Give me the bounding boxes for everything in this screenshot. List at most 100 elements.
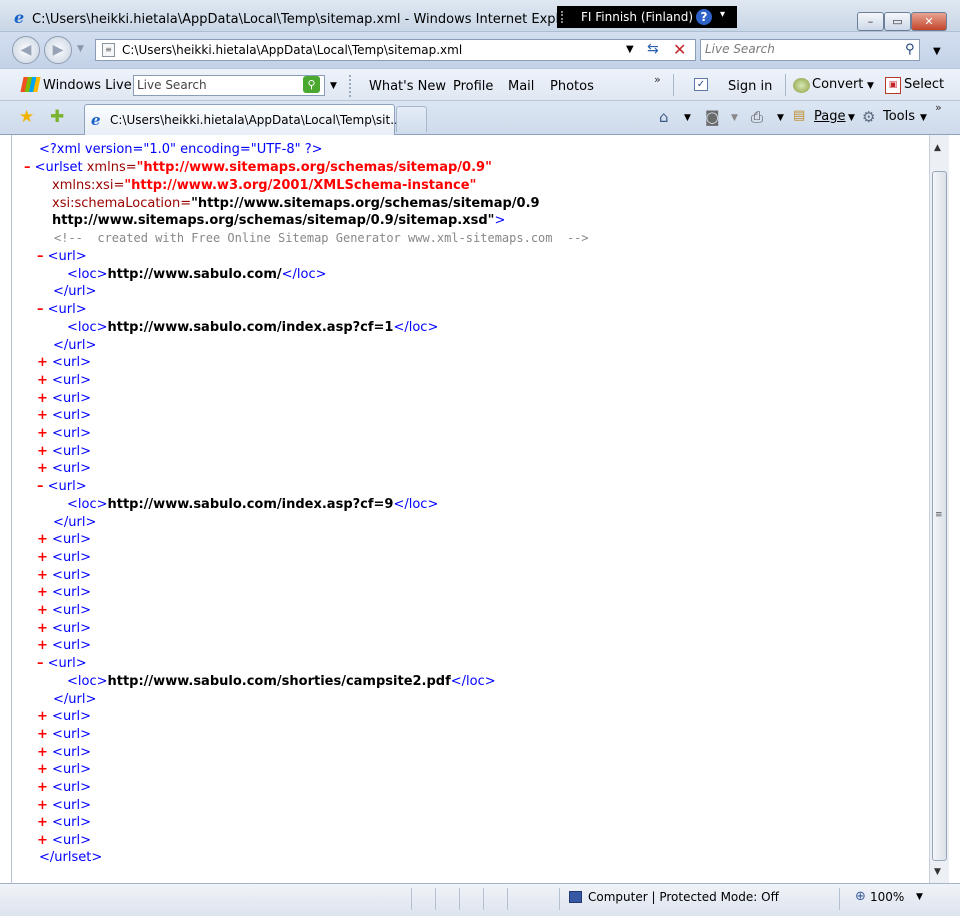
page-icon: ≡ — [102, 43, 115, 57]
address-url[interactable]: C:\Users\heikki.hietala\AppData\Local\Te… — [122, 43, 462, 57]
feeds-icon[interactable]: ◙ — [705, 108, 720, 126]
convert-button[interactable]: Convert — [812, 77, 863, 92]
convert-dropdown-icon[interactable]: ▼ — [867, 81, 874, 91]
home-dropdown-icon[interactable]: ▼ — [684, 113, 691, 123]
collapse-toggle[interactable]: – — [37, 479, 44, 494]
search-box[interactable]: ⚲ — [700, 39, 920, 61]
url-element-collapsed: + <url> — [37, 585, 92, 601]
maximize-button[interactable]: ▭ — [884, 12, 911, 31]
refresh-icon[interactable]: ⇆ — [647, 41, 659, 57]
tools-dropdown-icon[interactable]: ▼ — [920, 113, 927, 123]
collapse-toggle[interactable]: – — [37, 656, 44, 671]
zoom-level[interactable]: 100% — [870, 890, 904, 904]
loc-value: http://www.sabulo.com/index.asp?cf=1 — [107, 319, 394, 335]
url-element-collapsed: + <url> — [37, 372, 92, 388]
collapse-toggle[interactable]: – — [24, 160, 31, 175]
mail-link[interactable]: Mail — [508, 79, 534, 94]
tools-menu[interactable]: Tools — [883, 109, 915, 124]
language-bar[interactable]: FI Finnish (Finland) ? ▾ — [557, 6, 737, 28]
back-button[interactable]: ◀ — [12, 36, 40, 64]
url-element-collapsed: + <url> — [37, 426, 92, 441]
expand-toggle[interactable]: + — [37, 426, 48, 441]
loc-value: http://www.sabulo.com/index.asp?cf=9 — [107, 496, 394, 512]
url-element-collapsed: + <url> — [37, 355, 92, 371]
url-element-collapsed: + <url> — [37, 726, 92, 742]
expand-toggle[interactable]: + — [37, 532, 48, 547]
address-bar[interactable]: ≡ C:\Users\heikki.hietala\AppData\Local\… — [95, 39, 696, 61]
expand-toggle[interactable]: + — [37, 709, 48, 724]
live-search-dropdown-icon[interactable]: ▼ — [330, 81, 337, 91]
scroll-up-arrow-icon[interactable]: ▲ — [934, 143, 941, 153]
search-input[interactable] — [705, 42, 895, 56]
address-dropdown-icon[interactable]: ▼ — [626, 44, 634, 55]
expand-toggle[interactable]: + — [37, 603, 48, 618]
search-options-dropdown-icon[interactable]: ▼ — [933, 46, 941, 57]
url-element-close: </url> — [53, 514, 97, 530]
home-icon[interactable]: ⌂ — [659, 108, 669, 126]
expand-toggle[interactable]: + — [37, 550, 48, 565]
print-icon[interactable]: ⎙ — [751, 108, 763, 126]
forward-button[interactable]: ▶ — [44, 36, 72, 64]
url-element-collapsed: + <url> — [37, 408, 92, 424]
expand-toggle[interactable]: + — [37, 373, 48, 388]
expand-toggle[interactable]: + — [37, 780, 48, 795]
feeds-dropdown-icon[interactable]: ▼ — [731, 113, 738, 123]
schema-location-attribute: xsi:schemaLocation="http://www.sitemaps.… — [52, 196, 540, 211]
sign-in-icon: ✓ — [694, 78, 708, 91]
command-more-chevron-icon[interactable]: » — [935, 101, 942, 114]
expand-toggle[interactable]: + — [37, 585, 48, 600]
expand-toggle[interactable]: + — [37, 638, 48, 653]
expand-toggle[interactable]: + — [37, 391, 48, 406]
live-search-box[interactable] — [133, 75, 325, 96]
stop-icon[interactable]: ✕ — [673, 40, 686, 59]
scroll-down-arrow-icon[interactable]: ▼ — [934, 867, 941, 877]
favorites-star-icon[interactable]: ★ — [19, 107, 34, 127]
expand-toggle[interactable]: + — [37, 444, 48, 459]
expand-toggle[interactable]: + — [37, 815, 48, 830]
recent-pages-dropdown-icon[interactable]: ▼ — [77, 44, 84, 54]
expand-toggle[interactable]: + — [37, 833, 48, 848]
expand-toggle[interactable]: + — [37, 621, 48, 636]
photos-link[interactable]: Photos — [550, 79, 594, 94]
collapse-toggle[interactable]: – — [37, 249, 44, 264]
tab-title[interactable]: C:\Users\heikki.hietala\AppData\Local\Te… — [110, 113, 402, 127]
page-dropdown-icon[interactable]: ▼ — [848, 113, 855, 123]
page-menu[interactable]: Page — [814, 109, 845, 124]
sign-in-link[interactable]: Sign in — [728, 79, 772, 94]
help-icon[interactable]: ? — [696, 9, 712, 25]
schema-location-attribute-cont: http://www.sitemaps.org/schemas/sitemap/… — [52, 213, 506, 228]
links-more-chevron-icon[interactable]: » — [654, 73, 661, 86]
tab-sitemap[interactable]: e C:\Users\heikki.hietala\AppData\Local\… — [84, 104, 402, 135]
expand-toggle[interactable]: + — [37, 408, 48, 423]
profile-link[interactable]: Profile — [453, 79, 493, 94]
new-tab-button[interactable] — [396, 106, 427, 132]
expand-toggle[interactable]: + — [37, 762, 48, 777]
windows-live-label[interactable]: Windows Live — [43, 78, 132, 93]
search-icon[interactable]: ⚲ — [905, 42, 915, 57]
expand-toggle[interactable]: + — [37, 568, 48, 583]
language-label[interactable]: FI Finnish (Finland) — [581, 10, 693, 24]
close-button[interactable]: ✕ — [911, 12, 947, 31]
minimize-button[interactable]: – — [857, 12, 884, 31]
urlset-open: – <urlset xmlns="http://www.sitemaps.org… — [24, 160, 492, 175]
expand-toggle[interactable]: + — [37, 798, 48, 813]
collapse-toggle[interactable]: – — [37, 302, 44, 317]
status-text-cell — [0, 888, 412, 910]
select-button[interactable]: Select — [904, 77, 944, 92]
zoom-dropdown-icon[interactable]: ▼ — [916, 892, 923, 902]
live-search-input[interactable] — [137, 78, 297, 92]
print-dropdown-icon[interactable]: ▼ — [777, 113, 784, 123]
expand-toggle[interactable]: + — [37, 461, 48, 476]
live-search-go-icon[interactable]: ⚲ — [303, 76, 320, 93]
expand-toggle[interactable]: + — [37, 355, 48, 370]
vertical-scrollbar[interactable]: ▲ ≡ ▼ — [929, 135, 949, 883]
expand-toggle[interactable]: + — [37, 745, 48, 760]
title-bar: e C:\Users\heikki.hietala\AppData\Local\… — [0, 0, 960, 32]
add-favorite-icon[interactable]: ✚ — [50, 107, 64, 127]
language-options-icon[interactable]: ▾ — [720, 9, 725, 20]
gear-icon: ⚙ — [862, 108, 876, 126]
whats-new-link[interactable]: What's New — [369, 79, 446, 94]
expand-toggle[interactable]: + — [37, 727, 48, 742]
url-element-close: </url> — [53, 691, 97, 707]
toolbar-separator — [349, 75, 351, 97]
